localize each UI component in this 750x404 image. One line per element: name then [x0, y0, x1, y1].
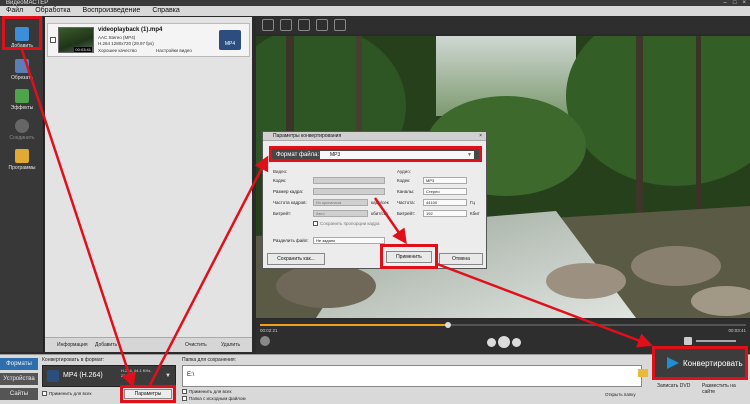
guide-arrows [20, 49, 653, 388]
app-window: ВидеоМАСТЕР – □ × Файл Обработка Воспрои… [0, 0, 750, 404]
